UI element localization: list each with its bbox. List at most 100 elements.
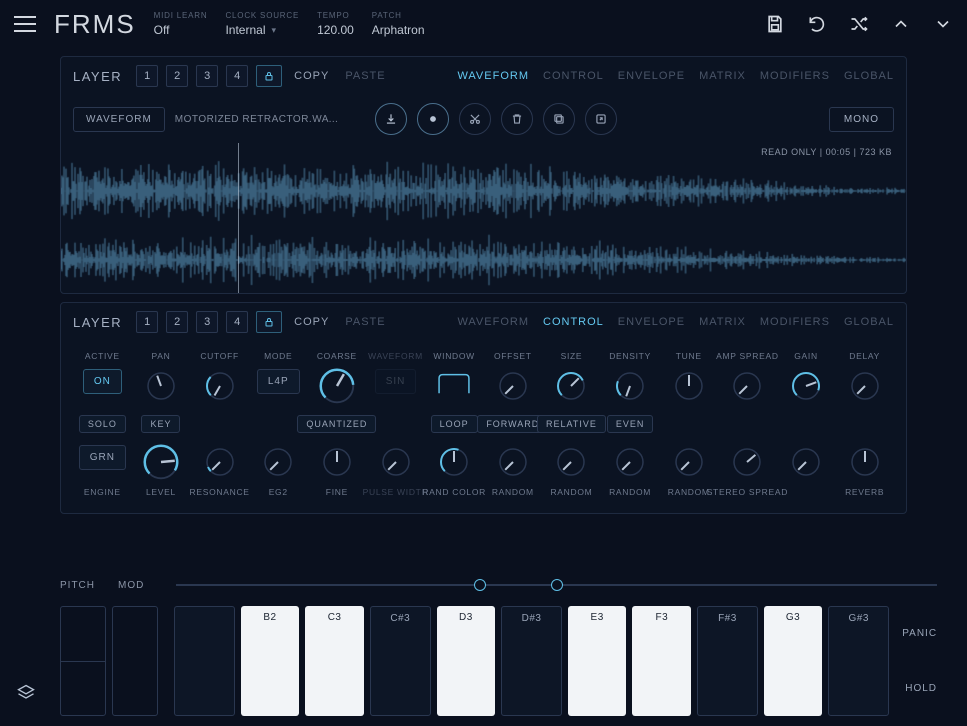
piano-key[interactable]: G3 (764, 606, 823, 716)
piano-key[interactable]: F3 (632, 606, 691, 716)
knob[interactable] (379, 445, 413, 479)
next-patch-icon[interactable] (933, 14, 953, 34)
tab-waveform[interactable]: WAVEFORM (457, 316, 529, 328)
slider-thumb-left[interactable] (474, 579, 486, 591)
tab-control[interactable]: CONTROL (543, 70, 604, 82)
tab-matrix[interactable]: MATRIX (699, 316, 746, 328)
knob[interactable] (730, 369, 764, 403)
clock-source-field[interactable]: CLOCK SOURCE Internal▾ (225, 11, 299, 37)
knob[interactable] (789, 445, 823, 479)
knob[interactable] (261, 445, 295, 479)
layer-1-button[interactable]: 1 (136, 65, 158, 87)
tab-matrix[interactable]: MATRIX (699, 70, 746, 82)
piano-key[interactable]: C3 (305, 606, 364, 716)
toggle-button[interactable]: SOLO (79, 415, 126, 433)
knob[interactable] (789, 369, 823, 403)
knob[interactable] (730, 445, 764, 479)
layer-4-button[interactable]: 4 (226, 65, 248, 87)
layer-4-button[interactable]: 4 (226, 311, 248, 333)
tab-modifiers[interactable]: MODIFIERS (760, 316, 830, 328)
piano-key[interactable] (174, 606, 235, 716)
layers-icon[interactable] (16, 683, 36, 706)
menu-icon[interactable] (14, 16, 36, 32)
knob[interactable] (203, 445, 237, 479)
layer-3-button[interactable]: 3 (196, 65, 218, 87)
knob[interactable] (437, 445, 471, 479)
paste-button[interactable]: PASTE (341, 316, 389, 328)
piano-key[interactable]: G#3 (828, 606, 889, 716)
play-marker[interactable] (238, 143, 239, 293)
duplicate-icon[interactable] (543, 103, 575, 135)
knob[interactable] (496, 369, 530, 403)
knob[interactable] (140, 441, 183, 484)
toggle-button[interactable]: KEY (141, 415, 180, 433)
piano-key[interactable]: B2 (241, 606, 300, 716)
knob[interactable] (144, 369, 178, 403)
toggle-button[interactable]: EVEN (607, 415, 654, 433)
tab-control[interactable]: CONTROL (543, 316, 604, 328)
tab-modifiers[interactable]: MODIFIERS (760, 70, 830, 82)
copy-button[interactable]: COPY (290, 316, 333, 328)
knob[interactable] (672, 369, 706, 403)
mono-button[interactable]: MONO (829, 107, 894, 132)
layer-2-button[interactable]: 2 (166, 65, 188, 87)
knob[interactable] (316, 365, 359, 408)
sample-name[interactable]: MOTORIZED RETRACTOR.WAV / 44100 / ... (175, 114, 345, 125)
engine-button[interactable]: GRN (79, 445, 126, 470)
record-icon[interactable] (417, 103, 449, 135)
knob[interactable] (613, 369, 647, 403)
piano-key[interactable]: F#3 (697, 606, 758, 716)
save-icon[interactable] (765, 14, 785, 34)
lock-icon[interactable] (256, 311, 282, 333)
prev-patch-icon[interactable] (891, 14, 911, 34)
tab-envelope[interactable]: ENVELOPE (618, 70, 685, 82)
window-shape[interactable] (435, 369, 473, 397)
knob[interactable] (554, 369, 588, 403)
knob[interactable] (672, 445, 706, 479)
tab-global[interactable]: GLOBAL (844, 316, 894, 328)
knob[interactable] (848, 445, 882, 479)
lock-icon[interactable] (256, 65, 282, 87)
tempo-field[interactable]: TEMPO 120.00 (317, 11, 354, 37)
midi-learn-field[interactable]: MIDI LEARN Off (154, 11, 208, 37)
piano-key[interactable]: C#3 (370, 606, 431, 716)
knob[interactable] (554, 445, 588, 479)
mod-pad[interactable] (112, 606, 158, 716)
slider-thumb-right[interactable] (551, 579, 563, 591)
layer-3-button[interactable]: 3 (196, 311, 218, 333)
toggle-button[interactable]: QUANTIZED (297, 415, 376, 433)
cut-icon[interactable] (459, 103, 491, 135)
export-icon[interactable] (585, 103, 617, 135)
tab-envelope[interactable]: ENVELOPE (618, 316, 685, 328)
hold-button[interactable]: HOLD (895, 683, 937, 694)
knob[interactable] (320, 445, 354, 479)
mode-button[interactable]: L4P (257, 369, 300, 394)
knob[interactable] (496, 445, 530, 479)
trash-icon[interactable] (501, 103, 533, 135)
piano-key[interactable]: D3 (437, 606, 496, 716)
piano-key[interactable]: E3 (568, 606, 627, 716)
keyboard-range-slider[interactable] (176, 584, 937, 586)
pitch-pad[interactable] (60, 606, 106, 716)
toggle-button[interactable]: LOOP (431, 415, 478, 433)
tab-waveform[interactable]: WAVEFORM (457, 70, 529, 82)
waveform-display[interactable]: READ ONLY | 00:05 | 723 KB (61, 143, 906, 293)
undo-icon[interactable] (807, 14, 827, 34)
layer-2-button[interactable]: 2 (166, 311, 188, 333)
knob[interactable] (613, 445, 647, 479)
piano-key[interactable]: D#3 (501, 606, 562, 716)
shuffle-icon[interactable] (849, 14, 869, 34)
mode-button[interactable]: ON (83, 369, 122, 394)
tab-global[interactable]: GLOBAL (844, 70, 894, 82)
layer-1-button[interactable]: 1 (136, 311, 158, 333)
paste-button[interactable]: PASTE (341, 70, 389, 82)
download-icon[interactable] (375, 103, 407, 135)
toggle-button[interactable]: RELATIVE (537, 415, 606, 433)
panic-button[interactable]: PANIC (895, 628, 937, 639)
knob[interactable] (203, 369, 237, 403)
patch-field[interactable]: PATCH Arphatron (372, 11, 425, 37)
copy-button[interactable]: COPY (290, 70, 333, 82)
waveform-type-button[interactable]: WAVEFORM (73, 107, 165, 132)
mode-button[interactable]: SIN (375, 369, 417, 394)
knob[interactable] (848, 369, 882, 403)
